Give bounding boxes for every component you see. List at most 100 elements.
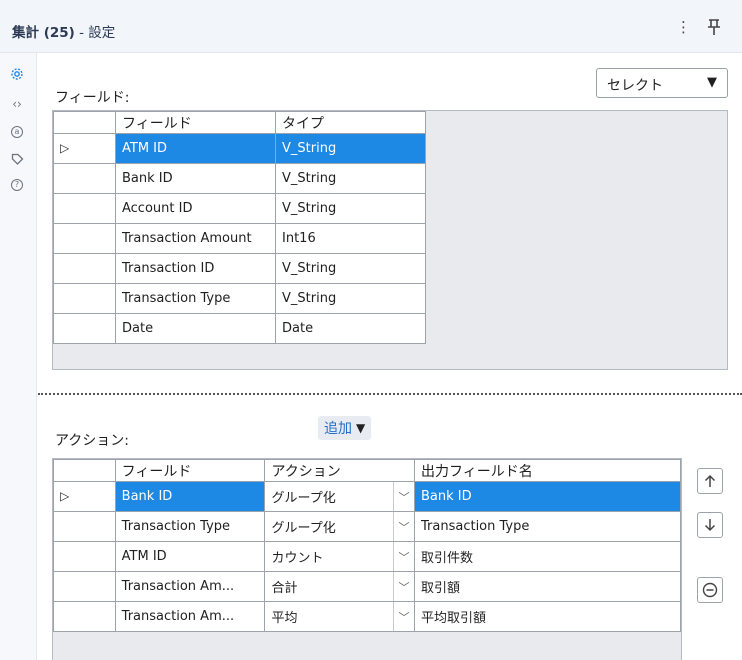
row-header[interactable] bbox=[53, 223, 116, 254]
panel-header: 集計 (25) - 設定 ⋮ bbox=[0, 0, 742, 53]
fields-table: フィールド タイプ ▷ ATM ID V_String Bank ID V_String… bbox=[53, 111, 426, 344]
field-type-cell[interactable]: V_String bbox=[275, 193, 426, 224]
output-name-cell[interactable]: Bank ID bbox=[414, 481, 681, 512]
table-row[interactable]: Transaction Am... 平均 ﹀ 平均取引額 bbox=[53, 601, 681, 632]
field-name-cell[interactable]: Transaction Amount bbox=[115, 223, 276, 254]
row-header[interactable] bbox=[53, 163, 116, 194]
code-icon[interactable]: ‹› bbox=[6, 93, 28, 115]
row-header[interactable] bbox=[53, 313, 116, 344]
output-name-cell[interactable]: 平均取引額 bbox=[414, 601, 681, 632]
field-type-cell[interactable]: V_String bbox=[275, 283, 426, 314]
field-type-cell[interactable]: V_String bbox=[275, 163, 426, 194]
field-name-cell[interactable]: ATM ID bbox=[115, 133, 276, 164]
arrow-down-icon bbox=[704, 519, 716, 532]
field-name-cell[interactable]: Transaction ID bbox=[115, 253, 276, 284]
field-type-cell[interactable]: V_String bbox=[275, 253, 426, 284]
action-field-cell[interactable]: Bank ID bbox=[114, 481, 266, 512]
fields-table-header: フィールド タイプ bbox=[53, 111, 426, 134]
action-field-cell[interactable]: ATM ID bbox=[114, 541, 266, 572]
table-row[interactable]: Transaction Amount Int16 bbox=[53, 223, 426, 254]
remove-button[interactable] bbox=[697, 577, 723, 603]
field-name-cell[interactable]: Account ID bbox=[115, 193, 276, 224]
panel-title-sub: 設定 bbox=[88, 25, 116, 41]
row-header-corner bbox=[53, 111, 116, 134]
chevron-down-icon: ▼ bbox=[356, 421, 366, 435]
action-select-value: 平均 bbox=[271, 611, 298, 626]
arrow-up-icon bbox=[704, 474, 716, 487]
tag-icon[interactable] bbox=[6, 148, 28, 170]
help-icon[interactable]: ? bbox=[6, 174, 28, 196]
action-field-cell[interactable]: Transaction Am... bbox=[114, 601, 266, 632]
row-marker-icon: ▷ bbox=[60, 489, 70, 503]
column-header-field[interactable]: フィールド bbox=[115, 111, 276, 134]
field-name-cell[interactable]: Date bbox=[115, 313, 276, 344]
column-header-type[interactable]: タイプ bbox=[275, 111, 426, 134]
add-button[interactable]: 追加 ▼ bbox=[318, 416, 372, 440]
table-row[interactable]: Transaction ID V_String bbox=[53, 253, 426, 284]
field-type-cell[interactable]: V_String bbox=[275, 133, 426, 164]
move-down-button[interactable] bbox=[697, 512, 723, 538]
action-select[interactable]: カウント ﹀ bbox=[264, 541, 415, 572]
column-header-action[interactable]: アクション bbox=[264, 459, 415, 482]
action-field-cell[interactable]: Transaction Type bbox=[114, 511, 266, 542]
table-row[interactable]: Account ID V_String bbox=[53, 193, 426, 224]
action-select[interactable]: グループ化 ﹀ bbox=[264, 481, 415, 512]
row-header[interactable]: ▷ bbox=[53, 481, 116, 512]
column-header-output-name[interactable]: 出力フィールド名 bbox=[414, 459, 681, 482]
table-row[interactable]: Transaction Type グループ化 ﹀ Transaction Type bbox=[53, 511, 681, 542]
action-select-value: グループ化 bbox=[271, 491, 336, 506]
row-header[interactable]: ▷ bbox=[53, 133, 116, 164]
chevron-down-icon: ▼ bbox=[707, 75, 717, 90]
row-header[interactable] bbox=[53, 283, 116, 314]
actions-table: フィールド アクション 出力フィールド名 ▷ Bank ID グループ化 ﹀ Bank … bbox=[53, 459, 681, 632]
chevron-down-icon[interactable]: ﹀ bbox=[393, 542, 414, 571]
row-header[interactable] bbox=[53, 601, 116, 632]
gear-icon[interactable] bbox=[6, 63, 28, 85]
row-header[interactable] bbox=[53, 193, 116, 224]
row-header[interactable] bbox=[53, 511, 116, 542]
column-header-field[interactable]: フィールド bbox=[114, 459, 266, 482]
add-button-label: 追加 bbox=[324, 421, 352, 437]
table-row[interactable]: ATM ID カウント ﹀ 取引件数 bbox=[53, 541, 681, 572]
field-type-cell[interactable]: Date bbox=[275, 313, 426, 344]
pin-icon[interactable] bbox=[707, 18, 721, 40]
splitter[interactable] bbox=[38, 393, 742, 395]
action-select-value: カウント bbox=[271, 551, 324, 566]
table-row[interactable]: ▷ ATM ID V_String bbox=[53, 133, 426, 164]
chevron-down-icon[interactable]: ﹀ bbox=[393, 602, 414, 631]
row-header[interactable] bbox=[53, 541, 116, 572]
chevron-down-icon[interactable]: ﹀ bbox=[393, 482, 414, 511]
move-up-button[interactable] bbox=[697, 468, 723, 494]
output-name-cell[interactable]: 取引額 bbox=[414, 571, 681, 602]
row-marker-icon: ▷ bbox=[60, 141, 70, 155]
select-dropdown-value: セレクト bbox=[607, 78, 663, 94]
action-field-cell[interactable]: Transaction Am... bbox=[114, 571, 266, 602]
chevron-down-icon[interactable]: ﹀ bbox=[393, 572, 414, 601]
chevron-down-icon[interactable]: ﹀ bbox=[393, 512, 414, 541]
actions-grid: フィールド アクション 出力フィールド名 ▷ Bank ID グループ化 ﹀ Bank … bbox=[52, 458, 682, 660]
action-select[interactable]: 合計 ﹀ bbox=[264, 571, 415, 602]
action-select[interactable]: 平均 ﹀ bbox=[264, 601, 415, 632]
output-name-cell[interactable]: Transaction Type bbox=[414, 511, 681, 542]
panel-title-main: 集計 (25) bbox=[12, 25, 75, 41]
fields-grid: フィールド タイプ ▷ ATM ID V_String Bank ID V_String… bbox=[52, 110, 728, 370]
annotation-icon[interactable]: a bbox=[6, 121, 28, 143]
field-name-cell[interactable]: Bank ID bbox=[115, 163, 276, 194]
action-select[interactable]: グループ化 ﹀ bbox=[264, 511, 415, 542]
row-header[interactable] bbox=[53, 253, 116, 284]
action-select-value: グループ化 bbox=[271, 521, 336, 536]
table-row[interactable]: Transaction Am... 合計 ﹀ 取引額 bbox=[53, 571, 681, 602]
table-row[interactable]: Transaction Type V_String bbox=[53, 283, 426, 314]
minus-circle-icon bbox=[702, 582, 718, 598]
field-type-cell[interactable]: Int16 bbox=[275, 223, 426, 254]
row-header[interactable] bbox=[53, 571, 116, 602]
table-row[interactable]: Date Date bbox=[53, 313, 426, 344]
select-dropdown[interactable]: セレクト ▼ bbox=[596, 68, 728, 98]
row-header-corner bbox=[53, 459, 116, 482]
more-options-icon[interactable]: ⋮ bbox=[676, 18, 691, 36]
table-row[interactable]: Bank ID V_String bbox=[53, 163, 426, 194]
output-name-cell[interactable]: 取引件数 bbox=[414, 541, 681, 572]
field-name-cell[interactable]: Transaction Type bbox=[115, 283, 276, 314]
left-icon-rail: ‹› a ? bbox=[0, 53, 37, 660]
table-row[interactable]: ▷ Bank ID グループ化 ﹀ Bank ID bbox=[53, 481, 681, 512]
